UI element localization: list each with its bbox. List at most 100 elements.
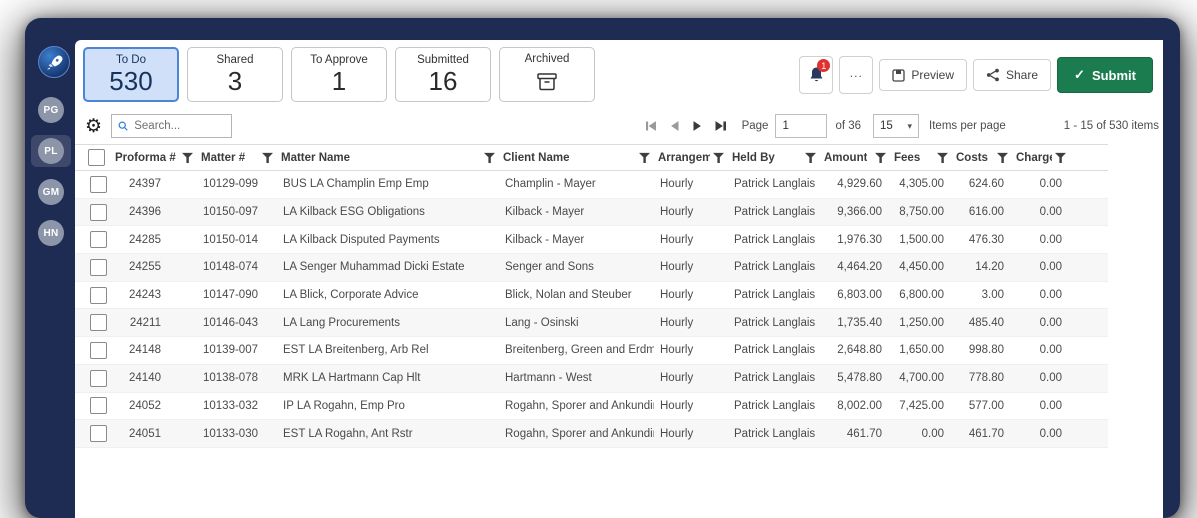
cell-matter: 10129-099 bbox=[197, 170, 277, 199]
cell-amount: 1,976.30 bbox=[820, 225, 890, 255]
table-row[interactable]: 24396 10150-097 LA Kilback ESG Obligations… bbox=[75, 198, 1108, 227]
row-checkbox[interactable] bbox=[90, 369, 107, 387]
cell-fees: 8,750.00 bbox=[890, 198, 952, 227]
table-row[interactable]: 24140 10138-078 MRK LA Hartmann Cap Hlt Har… bbox=[75, 364, 1108, 393]
filter-icon[interactable] bbox=[805, 152, 816, 163]
submit-button[interactable]: ✓ Submit bbox=[1057, 57, 1153, 93]
share-button[interactable]: Share bbox=[973, 59, 1052, 91]
tab-archived[interactable]: Archived bbox=[499, 47, 595, 102]
submit-label: Submit bbox=[1091, 67, 1136, 83]
select-all-checkbox[interactable] bbox=[88, 149, 105, 166]
cell-held-by: Patrick Langlais bbox=[728, 225, 820, 255]
search-input[interactable] bbox=[134, 120, 226, 132]
cell-amount: 4,929.60 bbox=[820, 170, 890, 199]
tab-count: 16 bbox=[428, 66, 458, 97]
cell-amount: 2,648.80 bbox=[820, 336, 890, 365]
row-checkbox[interactable] bbox=[90, 175, 107, 193]
row-checkbox[interactable] bbox=[90, 231, 107, 249]
column-header-held-by[interactable]: Held By bbox=[728, 144, 820, 171]
avatar-pl[interactable]: PL bbox=[31, 135, 71, 167]
page-total-label: of 36 bbox=[835, 120, 862, 132]
column-header-client-name[interactable]: Client Name bbox=[499, 144, 654, 171]
avatar-gm[interactable]: GM bbox=[31, 176, 71, 208]
page-number-input[interactable] bbox=[775, 114, 828, 138]
cell-held-by: Patrick Langlais bbox=[728, 336, 820, 365]
tab-submitted[interactable]: Submitted 16 bbox=[395, 47, 491, 102]
cell-matter-name: BUS LA Champlin Emp Emp bbox=[277, 170, 499, 199]
cell-fees: 4,450.00 bbox=[890, 253, 952, 282]
next-page-button[interactable] bbox=[693, 121, 701, 131]
table-row[interactable]: 24397 10129-099 BUS LA Champlin Emp Emp Cha… bbox=[75, 170, 1108, 199]
pager-buttons bbox=[645, 121, 726, 131]
filter-icon[interactable] bbox=[875, 152, 886, 163]
cell-amount: 461.70 bbox=[820, 419, 890, 448]
avatar-initials: PG bbox=[38, 97, 64, 123]
cell-held-by: Patrick Langlais bbox=[728, 253, 820, 282]
last-page-button[interactable] bbox=[715, 121, 726, 131]
preview-button[interactable]: Preview bbox=[879, 59, 967, 91]
previous-page-button[interactable] bbox=[670, 121, 679, 131]
row-checkbox[interactable] bbox=[90, 425, 107, 443]
column-header-matter-name[interactable]: Matter Name bbox=[277, 144, 499, 171]
search-icon bbox=[118, 121, 128, 131]
column-header-proforma[interactable]: Proforma # ↓ bbox=[111, 144, 197, 171]
cell-costs: 998.80 bbox=[952, 336, 1012, 365]
row-checkbox[interactable] bbox=[90, 258, 107, 276]
avatar-pg[interactable]: PG bbox=[31, 94, 71, 126]
table-row[interactable]: 24255 10148-074 LA Senger Muhammad Dicki E… bbox=[75, 253, 1108, 282]
filter-icon[interactable] bbox=[182, 152, 193, 163]
app-window: » PGPLGMHN To Do 530 Shared 3 To Approve… bbox=[25, 18, 1180, 518]
table-row[interactable]: 24052 10133-032 IP LA Rogahn, Emp Pro Rogah… bbox=[75, 392, 1108, 421]
cell-client: Champlin - Mayer bbox=[499, 170, 654, 199]
table-row[interactable]: 24285 10150-014 LA Kilback Disputed Paymen… bbox=[75, 225, 1108, 255]
cell-held-by: Patrick Langlais bbox=[728, 281, 820, 310]
table-row[interactable]: 24051 10133-030 EST LA Rogahn, Ant Rstr Rog… bbox=[75, 419, 1108, 448]
items-range-label: 1 - 15 of 530 items bbox=[1063, 120, 1159, 132]
table-row[interactable]: 24148 10139-007 EST LA Breitenberg, Arb Re… bbox=[75, 336, 1108, 365]
cell-arrangement: Hourly bbox=[654, 308, 728, 338]
filter-icon[interactable] bbox=[713, 152, 724, 163]
filter-icon[interactable] bbox=[484, 152, 495, 163]
tab-shared[interactable]: Shared 3 bbox=[187, 47, 283, 102]
cell-charges: 0.00 bbox=[1012, 419, 1070, 448]
tab-to-do[interactable]: To Do 530 bbox=[83, 47, 179, 102]
notifications-button[interactable]: 1 bbox=[799, 56, 834, 94]
tab-to-approve[interactable]: To Approve 1 bbox=[291, 47, 387, 102]
row-checkbox[interactable] bbox=[90, 341, 107, 359]
page-size-select[interactable]: 15 ▾ bbox=[873, 114, 920, 138]
cell-matter-name: EST LA Breitenberg, Arb Rel bbox=[277, 336, 499, 365]
column-header-matter[interactable]: Matter # bbox=[197, 144, 277, 171]
table-row[interactable]: 24211 10146-043 LA Lang Procurements Lang -… bbox=[75, 308, 1108, 338]
cell-matter: 10150-014 bbox=[197, 225, 277, 255]
cell-proforma: 24140 bbox=[111, 364, 197, 393]
more-options-label: ... bbox=[849, 66, 863, 80]
rocket-logo-icon[interactable] bbox=[38, 46, 70, 78]
filter-icon[interactable] bbox=[639, 152, 650, 163]
row-checkbox[interactable] bbox=[90, 397, 107, 415]
filter-icon[interactable] bbox=[1055, 152, 1066, 163]
cell-charges: 0.00 bbox=[1012, 308, 1070, 338]
row-checkbox[interactable] bbox=[90, 203, 107, 221]
column-header-arrangement[interactable]: Arrangement bbox=[654, 144, 728, 171]
filter-icon[interactable] bbox=[937, 152, 948, 163]
cell-costs: 577.00 bbox=[952, 392, 1012, 421]
cell-fees: 0.00 bbox=[890, 419, 952, 448]
column-header-fees[interactable]: Fees bbox=[890, 144, 952, 171]
row-checkbox[interactable] bbox=[90, 314, 107, 332]
row-checkbox[interactable] bbox=[90, 286, 107, 304]
more-options-button[interactable]: ... bbox=[839, 56, 874, 94]
column-header-charges[interactable]: Charges bbox=[1012, 144, 1070, 171]
column-header-costs[interactable]: Costs bbox=[952, 144, 1012, 171]
table-row[interactable]: 24243 10147-090 LA Blick, Corporate Advice… bbox=[75, 281, 1108, 310]
preview-icon bbox=[892, 68, 905, 82]
column-header-amount[interactable]: Amount bbox=[820, 144, 890, 171]
settings-gear-icon[interactable]: ⚙ bbox=[85, 117, 102, 136]
first-page-button[interactable] bbox=[645, 121, 657, 131]
cell-amount: 1,735.40 bbox=[820, 308, 890, 338]
cell-matter: 10150-097 bbox=[197, 198, 277, 227]
filter-icon[interactable] bbox=[262, 152, 273, 163]
filter-icon[interactable] bbox=[997, 152, 1008, 163]
cell-amount: 4,464.20 bbox=[820, 253, 890, 282]
cell-arrangement: Hourly bbox=[654, 253, 728, 282]
avatar-hn[interactable]: HN bbox=[31, 217, 71, 249]
